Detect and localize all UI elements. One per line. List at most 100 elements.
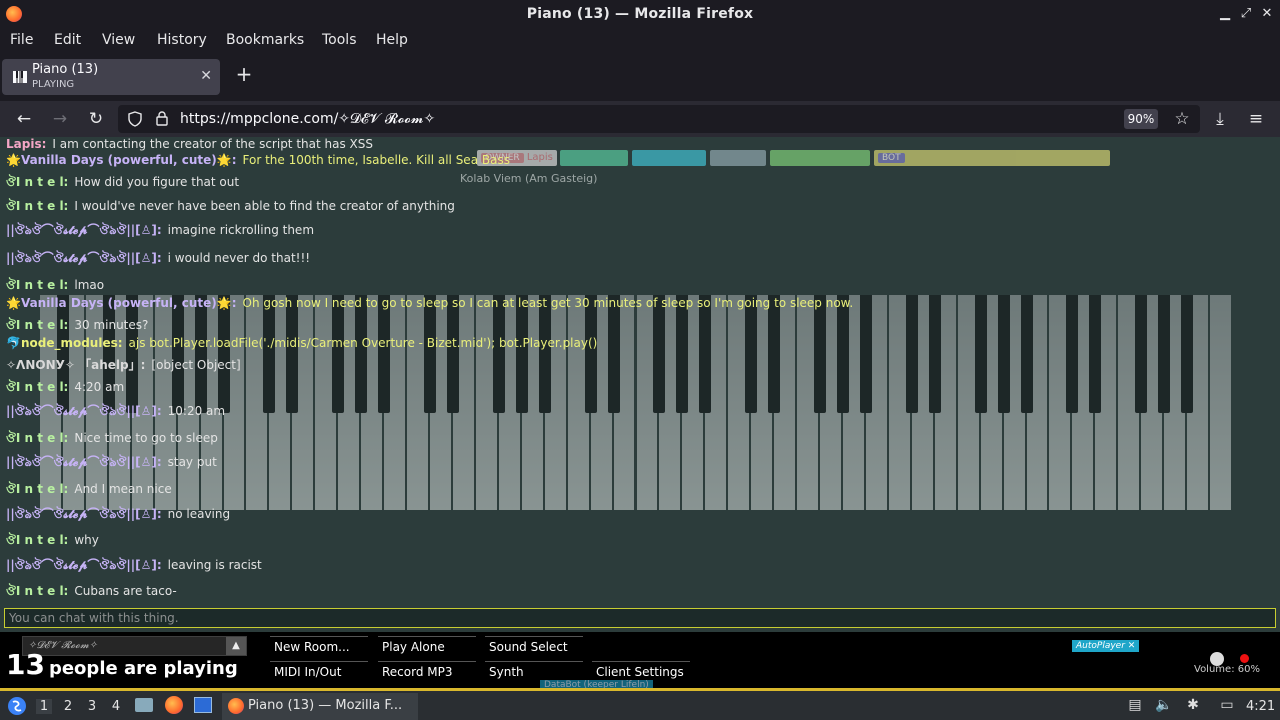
play-alone-button[interactable]: Play Alone [378,636,476,656]
minimize-icon[interactable]: ▁ [1216,5,1234,23]
volume-icon[interactable]: 🔈 [1155,697,1173,715]
piano-black-key[interactable] [125,295,138,413]
piano-black-key[interactable] [171,295,184,413]
tab-close-icon[interactable]: ✕ [200,68,212,84]
chat-username[interactable]: ঔI n t e l: [6,318,68,332]
piano-black-key[interactable] [332,295,345,413]
display-icon[interactable]: ▭ [1218,697,1236,715]
chat-username[interactable]: Lapis: [6,137,46,151]
piano-black-key[interactable] [814,295,827,413]
piano-black-key[interactable] [1089,295,1102,413]
menu-edit[interactable]: Edit [54,32,81,48]
workspace-4[interactable]: 4 [108,699,124,714]
piano-black-key[interactable] [492,295,505,413]
chat-username[interactable]: ||ঔঌঔ⌒ঔ𝓼𝓽𝓮𝓹⌒ঔঌঔ||[♙]: [6,251,162,265]
chat-username[interactable]: ঔI n t e l: [6,278,68,292]
piano-black-key[interactable] [217,295,230,413]
chat-username[interactable]: 🌟Vanilla Days (powerful, cute)🌟: [6,296,237,310]
url-text[interactable]: https://mppclone.com/✧𝓓𝓔𝓥 𝓡𝓸𝓸𝓶✧ [180,111,435,127]
menu-help[interactable]: Help [376,32,408,48]
client-settings-button[interactable]: Client Settings [592,661,690,681]
chat-input[interactable]: You can chat with this thing. [4,608,1276,628]
menu-history[interactable]: History [157,32,207,48]
piano-black-key[interactable] [1135,295,1148,413]
chat-username[interactable]: ঔI n t e l: [6,380,68,394]
chat-username[interactable]: ঔI n t e l: [6,533,68,547]
piano-black-key[interactable] [928,295,941,413]
hamburger-menu-icon[interactable]: ≡ [1246,109,1266,129]
chat-username[interactable]: ||ঔঌঔ⌒ঔ𝓼𝓽𝓮𝓹⌒ঔঌঔ||[♙]: [6,404,162,418]
workspace-1[interactable]: 1 [36,699,52,714]
maximize-icon[interactable]: ⤢ [1237,5,1255,23]
piano-black-key[interactable] [378,295,391,413]
firefox-launcher-icon[interactable] [165,696,183,714]
url-bar[interactable]: https://mppclone.com/✧𝓓𝓔𝓥 𝓡𝓸𝓸𝓶✧ 90% ☆ [118,105,1200,133]
chat-username[interactable]: 🌟Vanilla Days (powerful, cute)🌟: [6,153,237,167]
piano-black-key[interactable] [194,295,207,413]
workspace-2[interactable]: 2 [60,699,76,714]
piano-black-key[interactable] [286,295,299,413]
menu-bookmarks[interactable]: Bookmarks [226,32,304,48]
piano-black-key[interactable] [653,295,666,413]
piano-black-key[interactable] [859,295,872,413]
piano-black-key[interactable] [538,295,551,413]
piano-black-key[interactable] [584,295,597,413]
piano-black-key[interactable] [607,295,620,413]
chat-username[interactable]: ||ঔঌঔ⌒ঔ𝓼𝓽𝓮𝓹⌒ঔঌঔ||[♙]: [6,558,162,572]
notes-icon[interactable] [1192,697,1210,715]
close-icon[interactable]: ✕ [1258,5,1276,23]
bookmark-star-icon[interactable]: ☆ [1172,109,1192,129]
chat-username[interactable]: ||ঔঌঔ⌒ঔ𝓼𝓽𝓮𝓹⌒ঔঌঔ||[♙]: [6,507,162,521]
reload-icon[interactable]: ↻ [86,109,106,129]
piano-black-key[interactable] [768,295,781,413]
chat-username[interactable]: ঔI n t e l: [6,482,68,496]
shield-icon[interactable] [128,111,142,127]
zoom-level[interactable]: 90% [1124,109,1158,129]
piano-black-key[interactable] [263,295,276,413]
new-room-button[interactable]: New Room... [270,636,368,656]
record-mp3-button[interactable]: Record MP3 [378,661,476,681]
sound-select-button[interactable]: Sound Select [485,636,583,656]
piano-black-key[interactable] [1158,295,1171,413]
piano-black-key[interactable] [1066,295,1079,413]
piano-black-key[interactable] [745,295,758,413]
piano-black-key[interactable] [836,295,849,413]
chat-username[interactable]: ঔI n t e l: [6,175,68,189]
piano-black-key[interactable] [1020,295,1033,413]
chat-username[interactable]: ✧ΛΝΟΝУ✧ 「ahelp」: [6,358,145,372]
synth-button[interactable]: Synth [485,661,583,681]
downloads-icon[interactable]: ⤓ [1210,109,1230,129]
chat-username[interactable]: 🐬node_modules: [6,336,123,350]
tab-piano[interactable]: Piano (13) PLAYING ✕ [2,59,220,95]
menu-view[interactable]: View [102,32,135,48]
piano-black-key[interactable] [905,295,918,413]
workspace-3[interactable]: 3 [84,699,100,714]
terminal-icon[interactable] [194,697,212,713]
piano-black-key[interactable] [424,295,437,413]
piano-black-key[interactable] [997,295,1010,413]
start-menu-icon[interactable] [7,696,27,716]
files-icon[interactable] [135,698,153,712]
chat-username[interactable]: ||ঔঌঔ⌒ঔ𝓼𝓽𝓮𝓹⌒ঔঌঔ||[♙]: [6,455,162,469]
piano-black-key[interactable] [699,295,712,413]
piano-black-key[interactable] [676,295,689,413]
taskbar-firefox-window[interactable]: Piano (13) — Mozilla F... [222,693,418,720]
chat-username[interactable]: ||ঔঌঔ⌒ঔ𝓼𝓽𝓮𝓹⌒ঔঌঔ||[♙]: [6,223,162,237]
forward-icon[interactable]: → [50,109,70,129]
clipboard-icon[interactable]: ▤ [1126,697,1144,715]
piano-black-key[interactable] [446,295,459,413]
menu-tools[interactable]: Tools [322,32,357,48]
chat-username[interactable]: ঔI n t e l: [6,431,68,445]
lock-icon[interactable] [156,111,168,126]
piano-black-key[interactable] [515,295,528,413]
chat-username[interactable]: ঔI n t e l: [6,584,68,598]
piano-black-key[interactable] [355,295,368,413]
piano-black-key[interactable] [1181,295,1194,413]
piano-white-key[interactable] [1210,295,1233,510]
back-icon[interactable]: ← [14,109,34,129]
chat-username[interactable]: ঔI n t e l: [6,199,68,213]
new-tab-icon[interactable]: + [234,62,254,86]
piano-black-key[interactable] [974,295,987,413]
menu-file[interactable]: File [10,32,33,48]
midi-in-out-button[interactable]: MIDI In/Out [270,661,368,681]
